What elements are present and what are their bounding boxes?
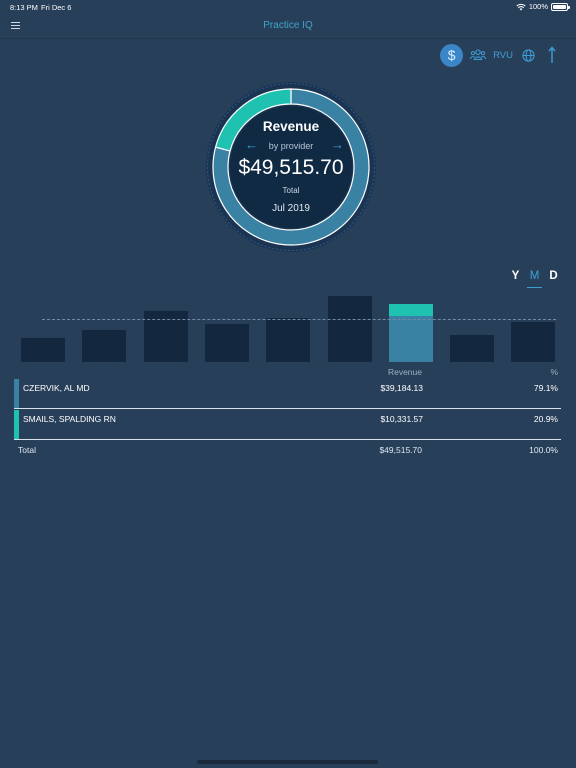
chart-bar[interactable] [82,329,127,362]
row-revenue: $39,184.13 [380,383,423,393]
total-revenue: $49,515.70 [379,445,422,455]
battery-icon [551,2,570,11]
chart-bar[interactable] [511,321,556,362]
status-right: 100% [516,2,570,11]
period-selector: Y M D [506,268,564,288]
status-date: Fri Dec 6 [41,3,72,12]
header-revenue: Revenue [387,367,422,377]
donut-period: Jul 2019 [272,203,310,214]
metric-toolbar: $ RVU [440,43,558,67]
donut-labels: Revenue ← by provider → $49,515.70 Total… [205,81,377,253]
table-header: Revenue % [14,366,561,378]
monthly-bar-chart [0,288,576,362]
status-time: 8:13 PM [10,3,38,12]
table-row[interactable]: SMAILS, SPALDING RN $10,331.57 20.9% [14,409,561,440]
table-total-row: Total $49,515.70 100.0% [14,440,561,460]
chart-bar[interactable] [266,318,311,362]
total-percent: 100.0% [529,445,558,455]
globe-icon[interactable] [521,43,535,67]
dollar-icon[interactable]: $ [440,43,464,67]
chart-bar[interactable] [450,334,495,362]
battery-percent: 100% [528,2,548,11]
chart-bar[interactable] [327,296,372,362]
period-month[interactable]: M [525,268,544,288]
status-bar: 8:13 PM Fri Dec 6 100% [0,0,576,14]
row-provider-name: CZERVIK, AL MD [23,383,90,393]
average-line [42,319,556,321]
row-percent: 79.1% [533,383,558,393]
donut-subtitle: by provider [268,141,314,151]
nav-bar: Practice IQ [0,14,576,39]
chart-bar[interactable] [204,323,249,362]
period-day[interactable]: D [544,268,563,288]
row-revenue: $10,331.57 [380,414,423,424]
row-percent: 20.9% [533,414,558,424]
table-row[interactable]: CZERVIK, AL MD $39,184.13 79.1% [14,378,561,409]
period-year[interactable]: Y [506,268,525,288]
wifi-icon [516,3,526,10]
chart-bar[interactable] [388,303,433,362]
row-color-marker [14,379,19,408]
arrow-up-icon[interactable] [546,43,558,67]
rvu-button[interactable]: RVU [493,43,513,67]
home-indicator [197,760,378,764]
donut-total-value: $49,515.70 [238,156,344,179]
revenue-donut: Revenue ← by provider → $49,515.70 Total… [205,81,377,253]
row-provider-name: SMAILS, SPALDING RN [23,414,116,424]
bar-segment-primary [388,316,433,362]
total-label: Total [18,445,36,455]
row-color-marker [14,410,19,439]
donut-total-label: Total [282,186,300,195]
page-title: Practice IQ [263,20,313,31]
arrow-right-icon[interactable]: → [331,137,344,152]
people-icon[interactable] [470,43,487,67]
bar-segment-secondary [388,303,433,317]
donut-title: Revenue [262,119,320,134]
provider-table: Revenue % CZERVIK, AL MD $39,184.13 79.1… [14,366,561,460]
header-percent: % [550,367,558,377]
chart-bar[interactable] [21,337,65,362]
